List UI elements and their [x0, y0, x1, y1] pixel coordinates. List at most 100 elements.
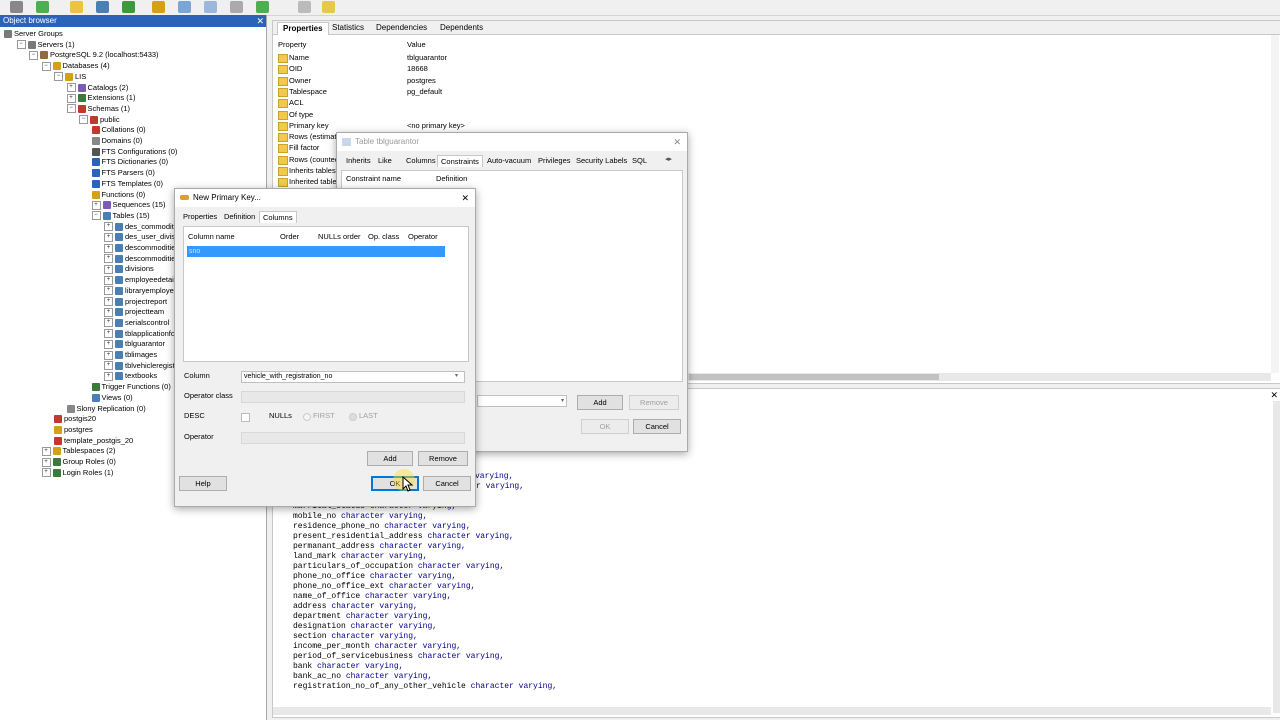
tree-node[interactable]: + libraryemployeeli — [104, 286, 181, 296]
tab-auto-vacuum[interactable]: Auto-vacuum — [484, 155, 534, 166]
expand-icon[interactable]: + — [104, 329, 113, 339]
tab-sql[interactable]: SQL — [629, 155, 650, 166]
properties-vscroll[interactable] — [1271, 35, 1279, 373]
tree-node[interactable]: + employeedetails — [104, 275, 179, 285]
tree-node[interactable]: + Tablespaces (2) — [41, 446, 115, 456]
tree-node[interactable]: template_postgis_20 — [54, 436, 133, 446]
tab-properties[interactable]: Properties — [277, 22, 329, 35]
collapse-icon[interactable]: − — [54, 72, 63, 82]
close-icon[interactable]: ✕ — [256, 15, 264, 27]
expand-icon[interactable]: + — [66, 83, 76, 93]
tree-node[interactable]: + descommoditiesp — [104, 254, 183, 264]
column-select[interactable]: vehicle_with_registration_no — [241, 371, 465, 383]
tab-statistics[interactable]: Statistics — [327, 22, 369, 34]
table-cancel-button[interactable]: Cancel — [633, 419, 681, 434]
expand-icon[interactable]: + — [41, 457, 51, 467]
operator-class-select[interactable] — [241, 391, 465, 403]
tree-node[interactable]: + Sequences (15) — [91, 200, 165, 210]
hint-icon[interactable] — [322, 1, 335, 13]
operator-select[interactable] — [241, 432, 465, 444]
nulls-first-radio[interactable] — [303, 413, 311, 421]
expand-icon[interactable]: + — [104, 222, 113, 232]
tree-node[interactable]: FTS Parsers (0) — [91, 168, 155, 178]
tree-node[interactable]: + tblvehicleregistra — [104, 361, 181, 371]
tab-like[interactable]: Like — [375, 155, 395, 166]
tab-dependencies[interactable]: Dependencies — [371, 22, 432, 34]
collapse-icon[interactable]: − — [66, 104, 76, 114]
tree-node[interactable]: + Group Roles (0) — [41, 457, 116, 467]
drop-icon[interactable] — [122, 1, 135, 13]
tree-node[interactable]: + Login Roles (1) — [41, 468, 113, 478]
expand-icon[interactable]: + — [104, 297, 113, 307]
expand-icon[interactable]: + — [104, 318, 113, 328]
expand-icon[interactable]: + — [104, 307, 113, 317]
pk-add-button[interactable]: Add — [367, 451, 413, 466]
tree-node[interactable]: Server Groups — [4, 29, 63, 39]
tree-node[interactable]: + descommodities — [104, 243, 179, 253]
properties-icon[interactable] — [70, 1, 83, 13]
create-icon[interactable] — [96, 1, 109, 13]
tab-columns[interactable]: Columns — [403, 155, 439, 166]
tree-node[interactable]: + divisions — [104, 264, 154, 274]
tab-constraints[interactable]: Constraints — [437, 155, 483, 167]
tree-node[interactable]: FTS Templates (0) — [91, 179, 163, 189]
pk-cancel-button[interactable]: Cancel — [423, 476, 471, 491]
tab-inherits[interactable]: Inherits — [343, 155, 374, 166]
tree-node[interactable]: + tblguarantor — [104, 339, 165, 349]
tree-node[interactable]: + tblapplicationform — [104, 329, 184, 339]
collapse-icon[interactable]: − — [79, 115, 88, 125]
expand-icon[interactable]: + — [104, 339, 113, 349]
close-icon[interactable]: ✕ — [673, 133, 681, 151]
collapse-icon[interactable]: − — [16, 40, 26, 50]
maintenance-icon[interactable] — [230, 1, 243, 13]
expand-icon[interactable]: + — [41, 446, 51, 456]
tree-node[interactable]: − PostgreSQL 9.2 (localhost:5433) — [29, 50, 159, 60]
tree-node[interactable]: − Tables (15) — [91, 211, 150, 221]
collapse-icon[interactable]: − — [91, 211, 101, 221]
expand-icon[interactable]: + — [41, 468, 51, 478]
tree-node[interactable]: − public — [79, 115, 120, 125]
tree-node[interactable]: Collations (0) — [91, 125, 146, 135]
expand-icon[interactable]: + — [104, 275, 113, 285]
view-data-icon[interactable] — [178, 1, 191, 13]
pk-remove-button[interactable]: Remove — [418, 451, 468, 466]
tree-node[interactable]: − Schemas (1) — [66, 104, 130, 114]
tree-node[interactable]: FTS Configurations (0) — [91, 147, 177, 157]
tree-node[interactable]: − Databases (4) — [41, 61, 110, 71]
tab-privileges[interactable]: Privileges — [535, 155, 574, 166]
tree-node[interactable]: + Catalogs (2) — [66, 83, 128, 93]
expand-icon[interactable]: + — [104, 243, 113, 253]
expand-icon[interactable]: + — [104, 371, 113, 381]
constraint-add-button[interactable]: Add — [577, 395, 623, 410]
tree-node[interactable]: Slony Replication (0) — [66, 404, 146, 414]
tab-dependents[interactable]: Dependents — [435, 22, 488, 34]
expand-icon[interactable]: + — [104, 254, 113, 264]
tab-properties[interactable]: Properties — [180, 211, 220, 222]
tree-node[interactable]: Views (0) — [91, 393, 133, 403]
nulls-last-radio[interactable] — [349, 413, 357, 421]
constraint-remove-button[interactable]: Remove — [629, 395, 679, 410]
tree-node[interactable]: − Servers (1) — [16, 40, 75, 50]
expand-icon[interactable]: + — [91, 200, 101, 210]
properties-scrollbar[interactable] — [673, 373, 1271, 381]
tree-node[interactable]: postgres — [54, 425, 93, 435]
tree-node[interactable]: + textbooks — [104, 371, 157, 381]
sql-icon[interactable] — [152, 1, 165, 13]
help-button[interactable]: Help — [179, 476, 227, 491]
tree-node[interactable]: FTS Dictionaries (0) — [91, 157, 168, 167]
sql-hscroll[interactable] — [273, 707, 1271, 715]
expand-icon[interactable]: + — [104, 232, 113, 242]
desc-checkbox[interactable] — [241, 413, 250, 422]
tree-node[interactable]: + serialscontrol — [104, 318, 169, 328]
refresh-icon[interactable] — [36, 1, 49, 13]
close-icon[interactable]: ✕ — [461, 189, 469, 207]
tab-scroll-arrows-icon[interactable]: ◂▸ — [665, 155, 672, 163]
tree-node[interactable]: postgis20 — [54, 414, 96, 424]
tree-node[interactable]: + des_user_division — [104, 232, 185, 242]
constraint-type-select[interactable]: ▾ — [477, 395, 567, 407]
help-icon[interactable] — [298, 1, 311, 13]
collapse-icon[interactable]: − — [41, 61, 51, 71]
tab-columns[interactable]: Columns — [259, 211, 297, 223]
tree-node[interactable]: + projectreport — [104, 297, 167, 307]
sql-vscroll[interactable] — [1273, 401, 1280, 713]
